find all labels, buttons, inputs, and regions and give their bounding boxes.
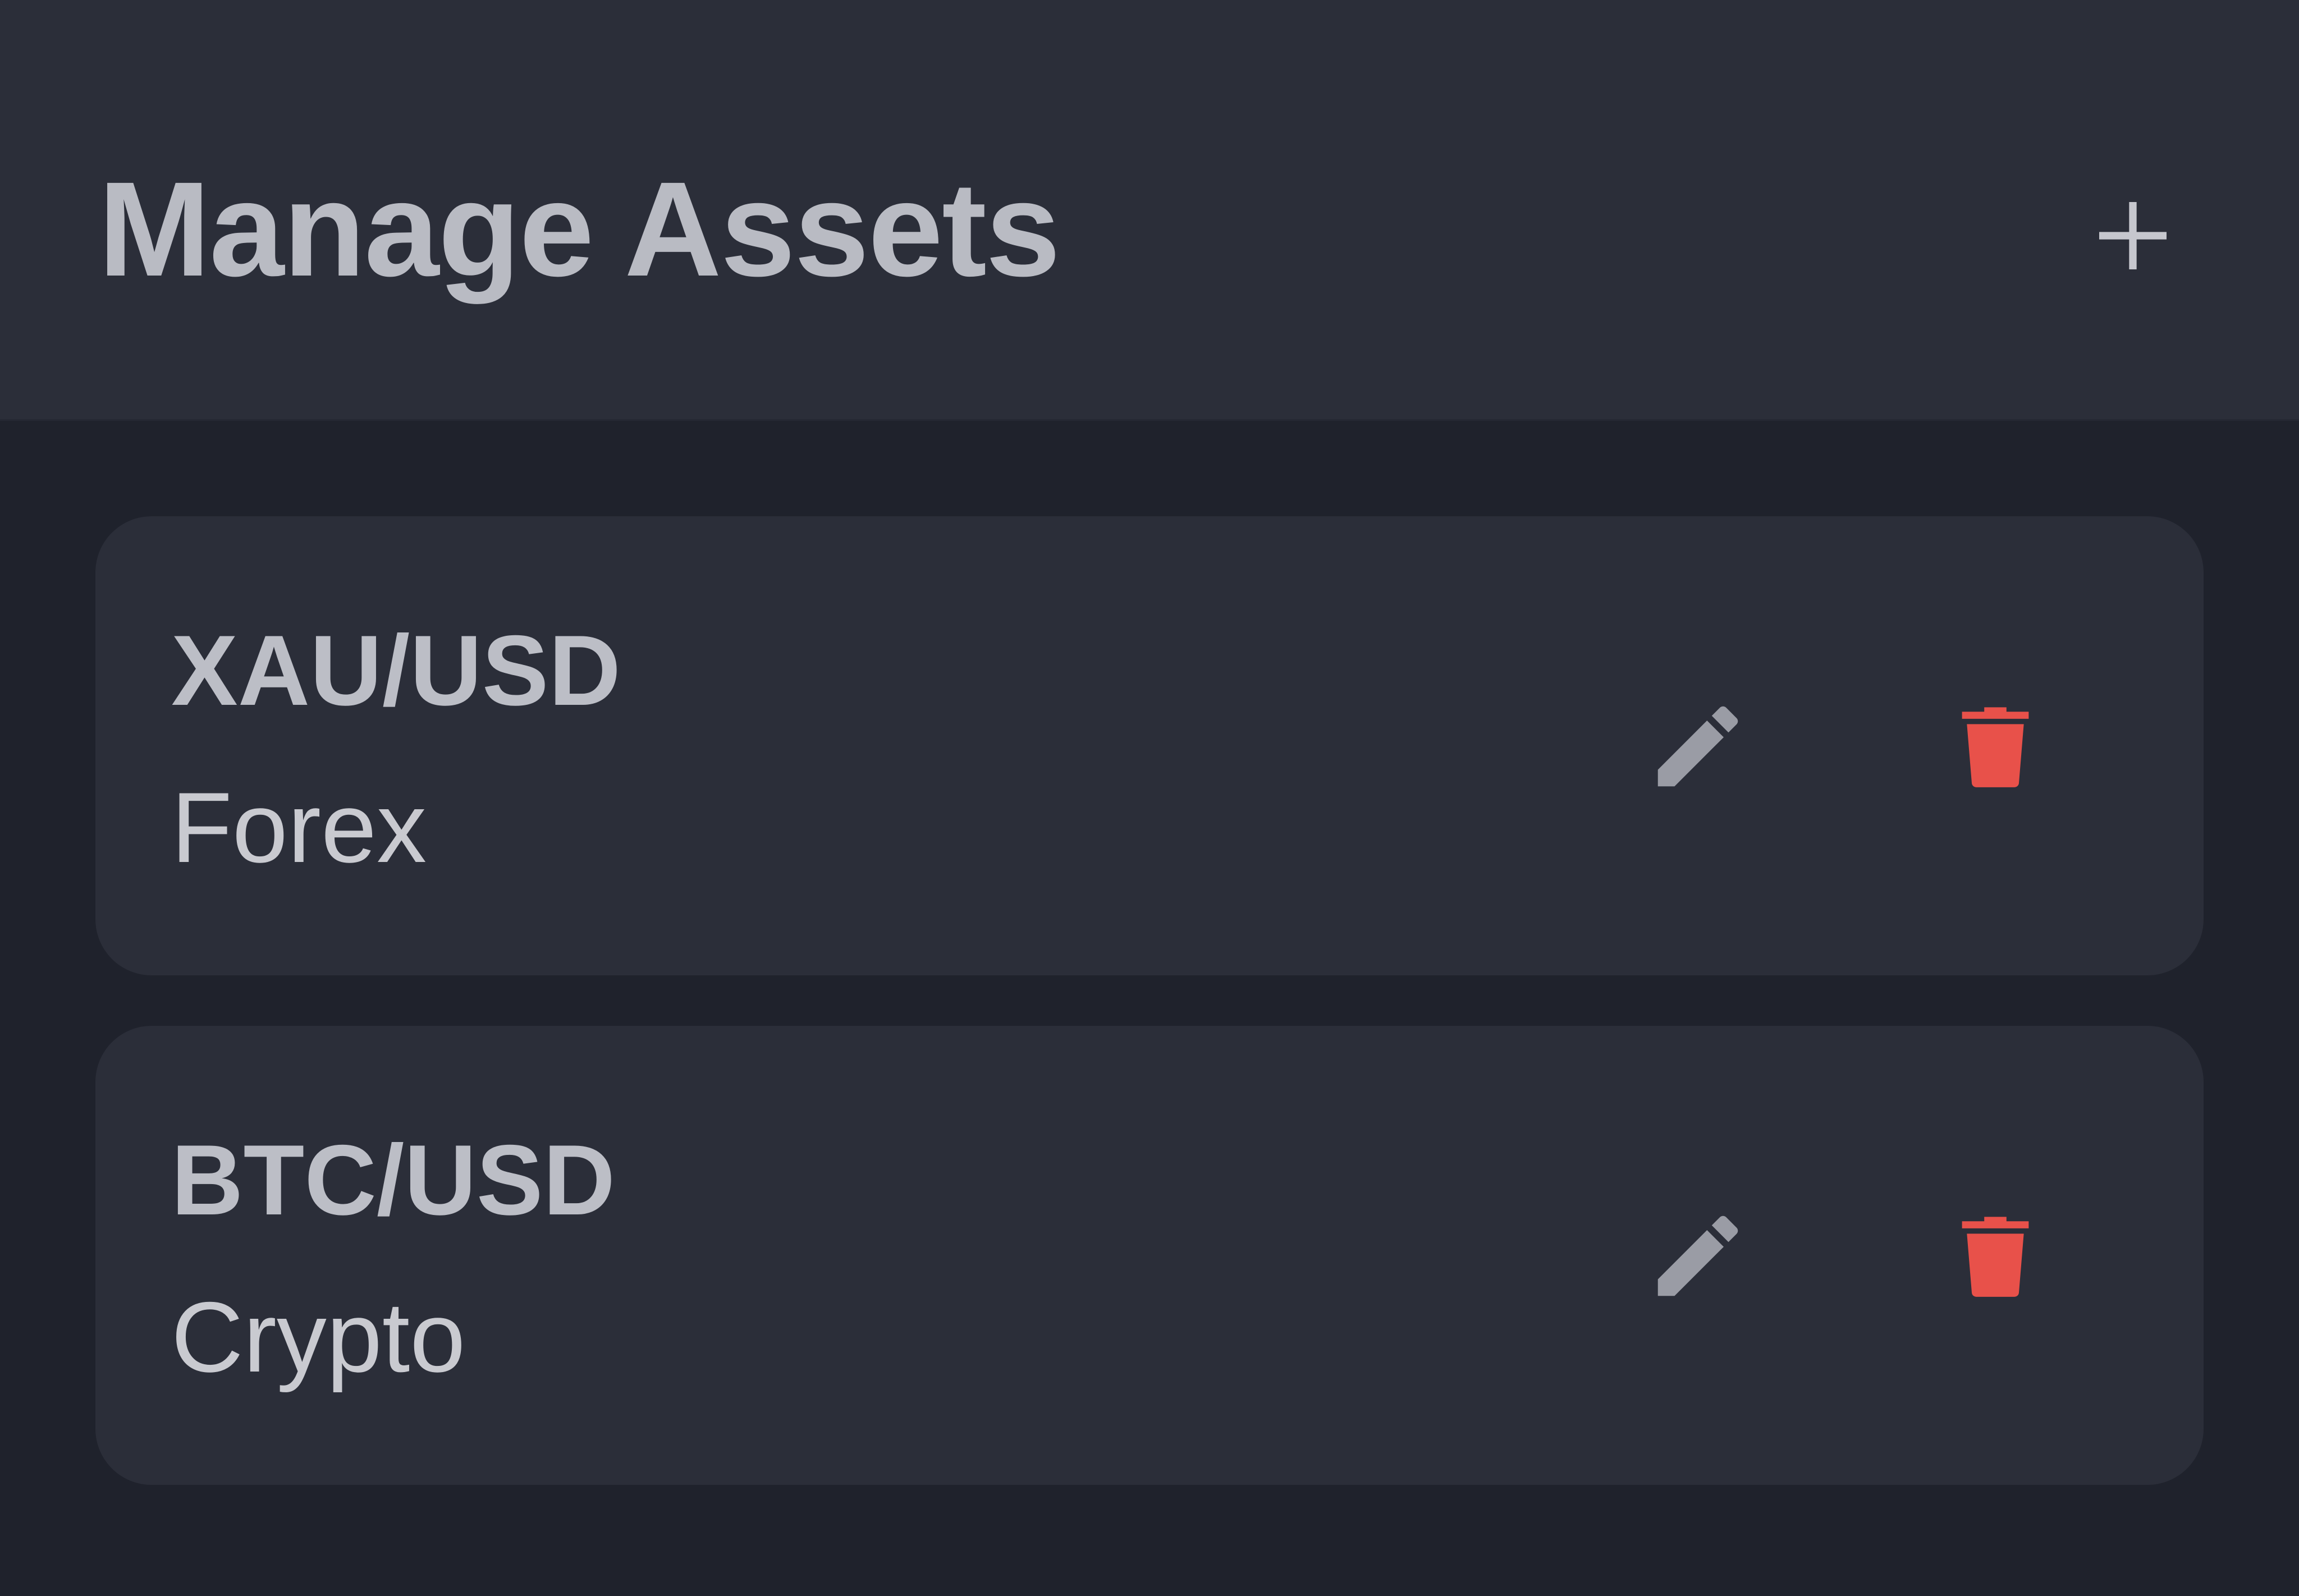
edit-asset-button[interactable] (1636, 1194, 1760, 1318)
app-header: Manage Assets (0, 0, 2299, 421)
delete-asset-button[interactable] (1934, 1194, 2057, 1318)
asset-symbol: XAU/USD (171, 614, 621, 726)
trash-icon (1962, 1217, 2029, 1297)
asset-list: XAU/USD Forex BTC/USD Crypto (95, 516, 2204, 1535)
asset-category: Forex (171, 772, 427, 883)
asset-card: BTC/USD Crypto (95, 1026, 2204, 1485)
edit-asset-button[interactable] (1636, 685, 1760, 808)
add-asset-button[interactable] (2077, 180, 2189, 292)
app-root: Manage Assets XAU/USD Forex BTC/USD Cryp… (0, 0, 2299, 1596)
pencil-icon (1657, 706, 1738, 787)
trash-icon (1962, 707, 2029, 787)
plus-icon (2099, 202, 2167, 269)
delete-asset-button[interactable] (1934, 685, 2057, 808)
asset-category: Crypto (171, 1281, 466, 1393)
page-title: Manage Assets (98, 154, 1060, 304)
pencil-icon (1657, 1216, 1738, 1296)
asset-symbol: BTC/USD (171, 1124, 616, 1236)
asset-card: XAU/USD Forex (95, 516, 2204, 975)
